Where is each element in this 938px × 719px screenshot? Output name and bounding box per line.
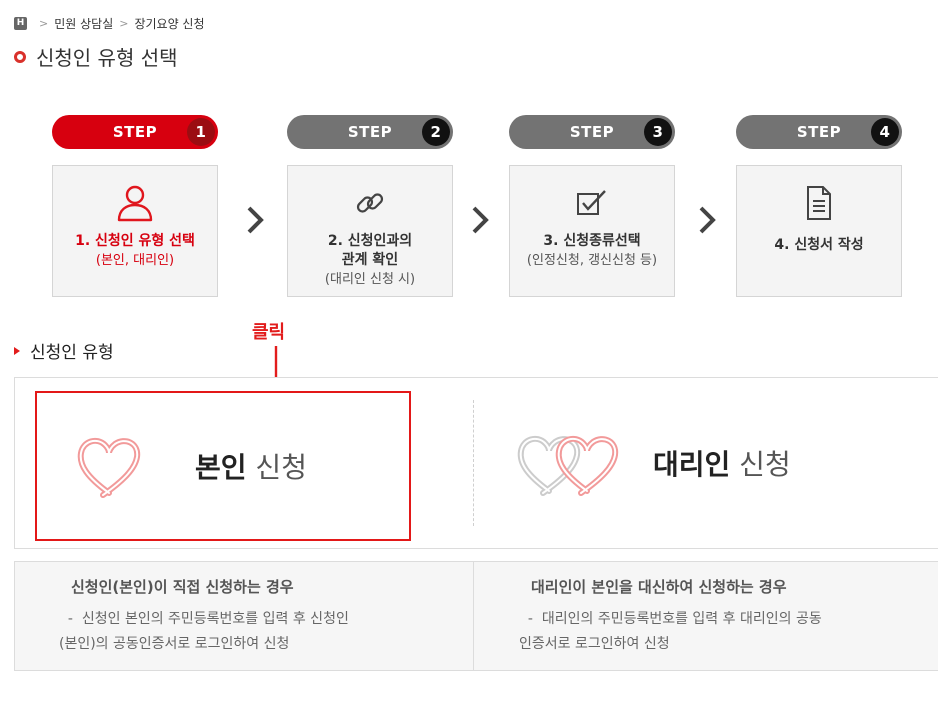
step-3-number: 3	[644, 118, 672, 146]
breadcrumb-item-application[interactable]: 장기요양 신청	[134, 15, 204, 32]
step-2-pill-label: STEP	[347, 123, 393, 141]
breadcrumb: H > 민원 상담실 > 장기요양 신청	[14, 14, 205, 32]
proxy-apply-button[interactable]: 대리인 신청	[515, 413, 791, 513]
self-description-line1: - 신청인 본인의 주민등록번호를 입력 후 신청인	[59, 611, 349, 627]
proxy-description-line2: 인증서로 로그인하여 신청	[519, 636, 670, 652]
document-icon	[804, 184, 834, 222]
step-1-box: 1. 신청인 유형 선택 (본인, 대리인)	[52, 165, 218, 297]
self-apply-button[interactable]: 본인 신청	[35, 391, 411, 541]
breadcrumb-item-counsel[interactable]: 민원 상담실	[54, 15, 113, 32]
step-1-number: 1	[187, 118, 215, 146]
person-icon	[115, 184, 155, 222]
link-icon	[353, 184, 387, 222]
step-2: STEP 2 2. 신청인과의 관계 확인 (대리인 신청 시)	[287, 115, 453, 297]
chevron-right-icon: >	[119, 16, 129, 30]
step-3-box: 3. 신청종류선택 (인정신청, 갱신신청 등)	[509, 165, 675, 297]
section-title: 신청인 유형	[14, 338, 114, 363]
chevron-right-icon	[699, 206, 716, 234]
home-icon[interactable]: H	[14, 16, 27, 30]
step-2-label-line1: 2. 신청인과의	[327, 233, 413, 249]
chevron-right-icon	[247, 206, 264, 234]
self-description-line2: (본인)의 공동인증서로 로그인하여 신청	[59, 636, 290, 652]
section-title-text: 신청인 유형	[30, 343, 114, 363]
page-title-text: 신청인 유형 선택	[36, 46, 178, 70]
heart-ribbon-icon	[77, 437, 141, 498]
step-2-sub: (대리인 신청 시)	[324, 272, 416, 287]
step-1-label: 1. 신청인 유형 선택	[75, 233, 195, 249]
self-description-title: 신청인(본인)이 직접 신청하는 경우	[71, 578, 294, 596]
self-apply-label: 본인 신청	[195, 451, 307, 484]
proxy-apply-label: 대리인 신청	[653, 448, 791, 481]
chevron-right-icon	[472, 206, 489, 234]
page-title: 신청인 유형 선택	[14, 42, 178, 71]
checkbox-icon	[575, 184, 609, 222]
step-2-number: 2	[422, 118, 450, 146]
step-1: STEP 1 1. 신청인 유형 선택 (본인, 대리인)	[52, 115, 218, 297]
step-3-sub: (인정신청, 갱신신청 등)	[526, 253, 658, 268]
proxy-description: 대리인이 본인을 대신하여 신청하는 경우 - 대리인의 주민등록번호를 입력 …	[519, 576, 919, 657]
description-divider	[473, 562, 474, 670]
step-4-box: 4. 신청서 작성	[736, 165, 902, 297]
proxy-description-title: 대리인이 본인을 대신하여 신청하는 경우	[531, 578, 787, 596]
step-3-pill: STEP 3	[509, 115, 675, 149]
step-1-sub: (본인, 대리인)	[95, 253, 175, 268]
step-4: STEP 4 4. 신청서 작성	[736, 115, 902, 297]
panel-divider	[473, 400, 474, 526]
triangle-bullet-icon	[14, 346, 20, 355]
step-2-label-line2: 관계 확인	[341, 252, 399, 268]
step-4-pill-label: STEP	[796, 123, 842, 141]
click-annotation: 클릭	[252, 322, 286, 343]
step-4-number: 4	[871, 118, 899, 146]
step-1-pill: STEP 1	[52, 115, 218, 149]
chevron-right-icon: >	[39, 16, 49, 30]
circle-bullet-icon	[14, 50, 26, 63]
step-3-label: 3. 신청종류선택	[543, 233, 641, 249]
proxy-description-line1: - 대리인의 주민등록번호를 입력 후 대리인의 공동	[519, 611, 822, 627]
step-2-pill: STEP 2	[287, 115, 453, 149]
step-1-pill-label: STEP	[112, 123, 158, 141]
step-4-label: 4. 신청서 작성	[774, 237, 864, 253]
applicant-type-panel: 본인 신청 대리인 신청	[14, 377, 938, 549]
step-4-pill: STEP 4	[736, 115, 902, 149]
description-panel: 신청인(본인)이 직접 신청하는 경우 - 신청인 본인의 주민등록번호를 입력…	[14, 561, 938, 671]
step-2-box: 2. 신청인과의 관계 확인 (대리인 신청 시)	[287, 165, 453, 297]
self-description: 신청인(본인)이 직접 신청하는 경우 - 신청인 본인의 주민등록번호를 입력…	[59, 576, 459, 657]
double-heart-icon	[517, 435, 619, 496]
step-3: STEP 3 3. 신청종류선택 (인정신청, 갱신신청 등)	[509, 115, 675, 297]
step-3-pill-label: STEP	[569, 123, 615, 141]
